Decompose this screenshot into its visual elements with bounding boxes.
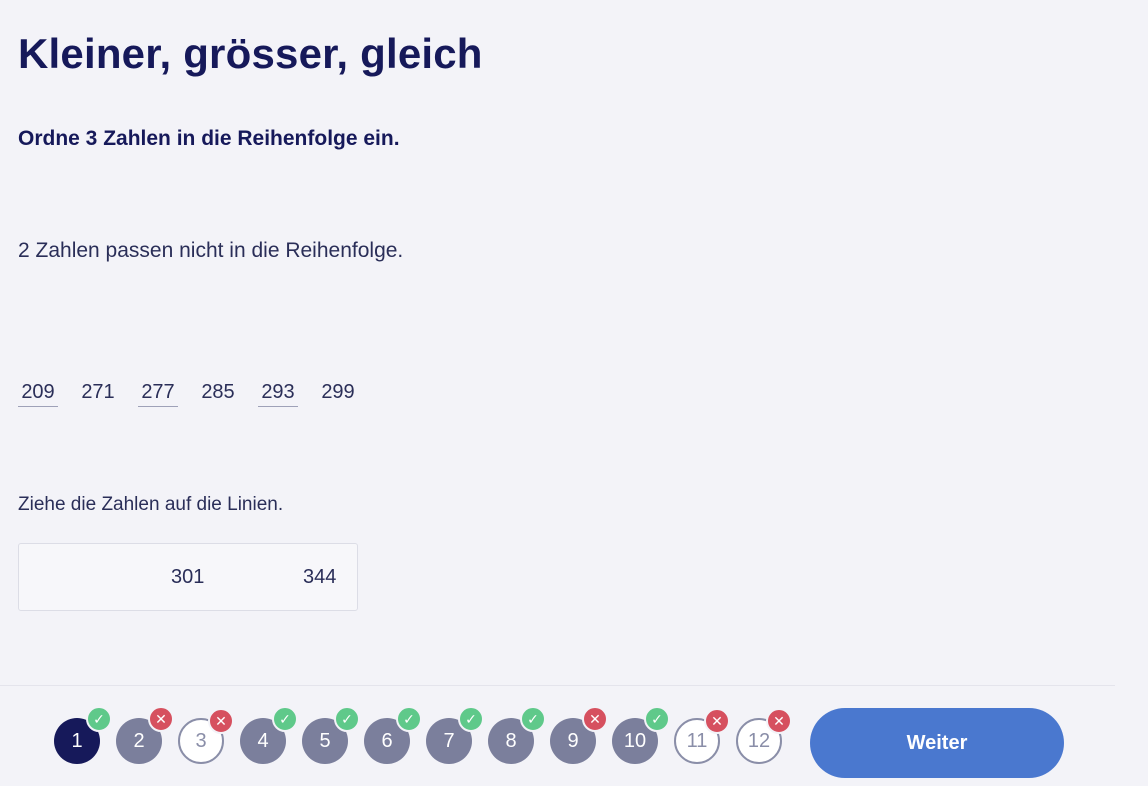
- exercise-page: Kleiner, grösser, gleich Ordne 3 Zahlen …: [0, 0, 1148, 786]
- next-button[interactable]: Weiter: [810, 708, 1064, 778]
- cross-icon: ✕: [704, 708, 730, 734]
- draggable-number-chip[interactable]: 344: [303, 564, 336, 590]
- instruction-text: Ordne 3 Zahlen in die Reihenfolge ein.: [18, 127, 400, 150]
- progress-step-number: 12: [747, 730, 771, 752]
- progress-step-number: 8: [505, 730, 517, 752]
- check-icon: ✓: [334, 706, 360, 732]
- note-text: 2 Zahlen passen nicht in die Reihenfolge…: [18, 239, 404, 262]
- progress-step[interactable]: 1 ✓: [54, 706, 112, 764]
- progress-step[interactable]: 2 ✕: [116, 706, 174, 764]
- sequence-number: 271: [81, 381, 115, 403]
- progress-step[interactable]: 7 ✓: [426, 706, 484, 764]
- sequence-number: 285: [201, 381, 235, 403]
- progress-step-number: 9: [567, 730, 579, 752]
- progress-step[interactable]: 12 ✕: [736, 708, 792, 764]
- drag-source-box: 301 344: [18, 543, 358, 611]
- check-icon: ✓: [458, 706, 484, 732]
- check-icon: ✓: [520, 706, 546, 732]
- check-icon: ✓: [396, 706, 422, 732]
- cross-icon: ✕: [582, 706, 608, 732]
- progress-step-number: 5: [319, 730, 331, 752]
- progress-step[interactable]: 9 ✕: [550, 706, 608, 764]
- draggable-number-chip[interactable]: 301: [171, 564, 204, 590]
- page-title: Kleiner, grösser, gleich: [18, 30, 483, 77]
- sequence-slot[interactable]: 277: [138, 378, 178, 407]
- progress-step-number: 3: [195, 730, 207, 752]
- progress-step[interactable]: 8 ✓: [488, 706, 546, 764]
- cross-icon: ✕: [766, 708, 792, 734]
- progress-step-number: 1: [71, 730, 83, 752]
- progress-step[interactable]: 3 ✕: [178, 708, 234, 764]
- sequence-number: 299: [321, 381, 355, 403]
- cross-icon: ✕: [208, 708, 234, 734]
- sequence-slot[interactable]: 209: [18, 378, 58, 407]
- footer-divider: [0, 685, 1115, 686]
- progress-step[interactable]: 4 ✓: [240, 706, 298, 764]
- check-icon: ✓: [272, 706, 298, 732]
- check-icon: ✓: [86, 706, 112, 732]
- progress-step[interactable]: 5 ✓: [302, 706, 360, 764]
- cross-icon: ✕: [148, 706, 174, 732]
- progress-step-number: 6: [381, 730, 393, 752]
- check-icon: ✓: [644, 706, 670, 732]
- sequence-slot[interactable]: 293: [258, 378, 298, 407]
- progress-step-number: 10: [623, 730, 647, 752]
- progress-step-number: 11: [686, 730, 708, 752]
- drag-hint-text: Ziehe die Zahlen auf die Linien.: [18, 494, 284, 515]
- progress-step-number: 4: [257, 730, 269, 752]
- progress-step-number: 7: [443, 730, 455, 752]
- progress-step[interactable]: 6 ✓: [364, 706, 422, 764]
- progress-step-number: 2: [133, 730, 145, 752]
- progress-step[interactable]: 10 ✓: [612, 706, 670, 764]
- progress-step[interactable]: 11 ✕: [674, 708, 730, 764]
